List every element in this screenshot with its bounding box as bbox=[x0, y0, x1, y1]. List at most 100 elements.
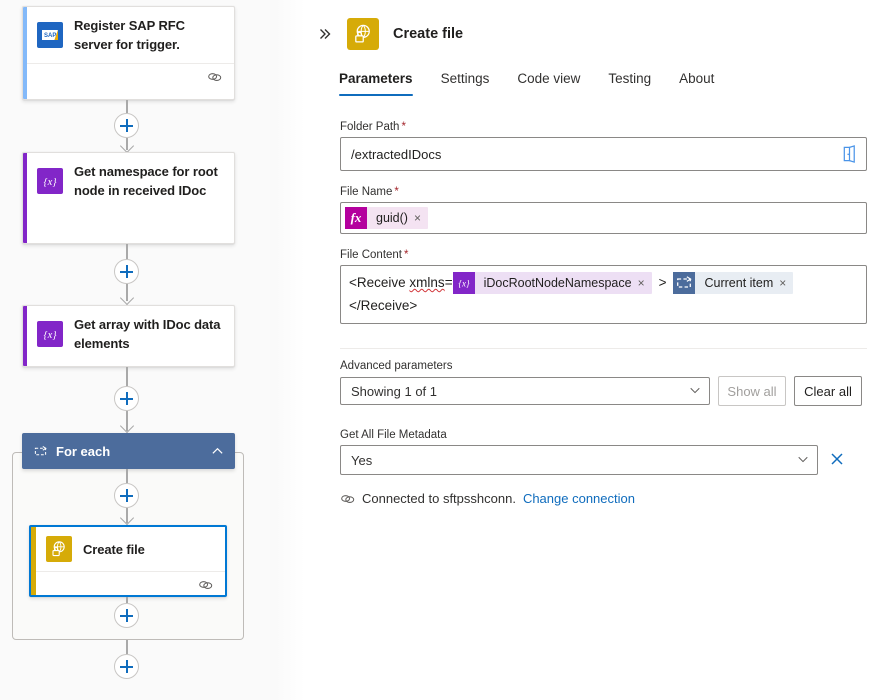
parameters-form: Folder Path* /extractedIDocs bbox=[340, 121, 867, 506]
token-chip-guid[interactable]: fx guid() × bbox=[345, 207, 428, 229]
foreach-title: For each bbox=[56, 444, 211, 459]
node-title: Create file bbox=[83, 540, 145, 559]
add-action-button[interactable] bbox=[114, 654, 139, 679]
file-content-static-before: <Receive xmlns= bbox=[349, 275, 453, 290]
workflow-node-trigger[interactable]: SAP Register SAP RFC server for trigger. bbox=[22, 6, 235, 100]
fx-icon: fx bbox=[345, 207, 367, 229]
metadata-row: Yes bbox=[340, 445, 867, 475]
token-label: Current item bbox=[695, 272, 779, 295]
app-root: SAP Register SAP RFC server for trigger. bbox=[0, 0, 880, 700]
page-title: Create file bbox=[393, 26, 463, 42]
connector-line bbox=[126, 367, 128, 386]
clear-all-button[interactable]: Clear all bbox=[794, 376, 862, 406]
field-folder-path: Folder Path* /extractedIDocs bbox=[340, 121, 867, 171]
expression-variable-icon: {x} bbox=[37, 168, 63, 194]
folder-path-label: Folder Path* bbox=[340, 121, 867, 133]
foreach-item-icon bbox=[673, 272, 695, 294]
panel-header: Create file bbox=[305, 0, 880, 50]
chevron-up-icon[interactable] bbox=[211, 445, 224, 458]
workflow-node-create-file[interactable]: Create file bbox=[29, 525, 227, 597]
advanced-parameters-section: Advanced parameters Showing 1 of 1 Show … bbox=[340, 360, 867, 406]
node-header: Create file bbox=[31, 527, 225, 571]
token-label: iDocRootNodeNamespace bbox=[475, 272, 638, 295]
misspelled-word: xmlns bbox=[409, 275, 444, 290]
workflow-node-get-array[interactable]: {x} Get array with IDoc data elements bbox=[22, 305, 235, 367]
sftp-globe-lock-icon bbox=[46, 536, 72, 562]
workflow-canvas[interactable]: SAP Register SAP RFC server for trigger. bbox=[0, 0, 305, 700]
workflow-node-get-namespace[interactable]: {x} Get namespace for root node in recei… bbox=[22, 152, 235, 244]
token-chip-namespace[interactable]: {x} iDocRootNodeNamespace× bbox=[453, 272, 652, 294]
node-footer bbox=[23, 63, 234, 93]
workflow-node-foreach[interactable]: For each bbox=[22, 433, 235, 469]
file-name-input[interactable]: fx guid() × bbox=[340, 202, 867, 234]
token-label: guid() bbox=[367, 211, 414, 225]
add-action-button[interactable] bbox=[114, 603, 139, 628]
connector-line bbox=[126, 244, 128, 259]
tab-settings[interactable]: Settings bbox=[441, 71, 490, 96]
node-accent-stripe bbox=[23, 7, 27, 99]
node-footer bbox=[31, 571, 225, 597]
get-all-file-metadata-dropdown[interactable]: Yes bbox=[340, 445, 818, 475]
connector-arrow-icon bbox=[120, 291, 134, 305]
foreach-loop-icon bbox=[34, 445, 47, 458]
expression-variable-icon: {x} bbox=[37, 321, 63, 347]
dropdown-value: Yes bbox=[351, 453, 797, 468]
show-all-button[interactable]: Show all bbox=[718, 376, 786, 406]
token-remove-button[interactable]: × bbox=[414, 211, 428, 225]
add-action-button[interactable] bbox=[114, 386, 139, 411]
field-file-name: File Name* fx guid() × bbox=[340, 186, 867, 234]
dropdown-value: Showing 1 of 1 bbox=[351, 384, 689, 399]
chevron-down-icon bbox=[689, 384, 701, 399]
section-divider bbox=[340, 348, 867, 349]
required-asterisk: * bbox=[404, 249, 408, 261]
connection-status: Connected to sftpsshconn. Change connect… bbox=[340, 491, 867, 506]
svg-text:{x}: {x} bbox=[43, 330, 57, 341]
connector-line bbox=[126, 469, 128, 483]
add-action-button[interactable] bbox=[114, 259, 139, 284]
connector-line bbox=[126, 100, 128, 113]
file-content-static-middle: > bbox=[652, 275, 674, 290]
node-accent-stripe bbox=[31, 527, 36, 595]
get-all-file-metadata-label: Get All File Metadata bbox=[340, 429, 867, 441]
advanced-parameters-label: Advanced parameters bbox=[340, 360, 867, 372]
sftp-globe-lock-icon bbox=[347, 18, 379, 50]
node-title: Get array with IDoc data elements bbox=[74, 315, 224, 353]
folder-picker-icon[interactable] bbox=[841, 145, 858, 163]
token-remove-button[interactable]: × bbox=[779, 272, 793, 295]
add-action-button[interactable] bbox=[114, 113, 139, 138]
connector-arrow-icon bbox=[120, 139, 134, 153]
connector-line bbox=[126, 640, 128, 654]
remove-parameter-button[interactable] bbox=[829, 451, 845, 470]
add-action-button[interactable] bbox=[114, 483, 139, 508]
advanced-parameters-dropdown[interactable]: Showing 1 of 1 bbox=[340, 377, 710, 405]
token-remove-button[interactable]: × bbox=[638, 272, 652, 295]
folder-path-value: /extractedIDocs bbox=[351, 147, 841, 162]
tab-code-view[interactable]: Code view bbox=[517, 71, 580, 96]
connection-link-icon[interactable] bbox=[198, 577, 213, 597]
connection-link-icon[interactable] bbox=[207, 69, 222, 89]
node-accent-stripe bbox=[23, 306, 27, 366]
tab-parameters[interactable]: Parameters bbox=[339, 71, 413, 96]
tab-testing[interactable]: Testing bbox=[608, 71, 651, 96]
connection-link-icon bbox=[340, 491, 355, 506]
tab-about[interactable]: About bbox=[679, 71, 714, 96]
file-content-label: File Content* bbox=[340, 249, 867, 261]
connection-text: Connected to sftpsshconn. bbox=[362, 491, 516, 506]
change-connection-link[interactable]: Change connection bbox=[523, 491, 635, 506]
folder-path-input[interactable]: /extractedIDocs bbox=[340, 137, 867, 171]
svg-text:{x}: {x} bbox=[43, 177, 57, 188]
file-content-input[interactable]: <Receive xmlns={x}iDocRootNodeNamespace×… bbox=[340, 265, 867, 324]
svg-text:{x}: {x} bbox=[458, 279, 470, 289]
required-asterisk: * bbox=[401, 121, 405, 133]
chevron-down-icon bbox=[797, 453, 809, 468]
token-chip-current-item[interactable]: Current item× bbox=[673, 272, 793, 294]
file-content-line-1: <Receive xmlns={x}iDocRootNodeNamespace×… bbox=[349, 271, 860, 294]
node-title: Get namespace for root node in received … bbox=[74, 162, 224, 200]
file-content-line-2: </Receive> bbox=[349, 294, 860, 317]
node-title: Register SAP RFC server for trigger. bbox=[74, 16, 224, 54]
advanced-parameters-row: Showing 1 of 1 Show all Clear all bbox=[340, 376, 867, 406]
connector-arrow-icon bbox=[120, 419, 134, 433]
svg-text:SAP: SAP bbox=[44, 33, 56, 39]
double-chevron-right-icon[interactable] bbox=[317, 27, 333, 41]
node-header: {x} Get array with IDoc data elements bbox=[23, 306, 234, 362]
